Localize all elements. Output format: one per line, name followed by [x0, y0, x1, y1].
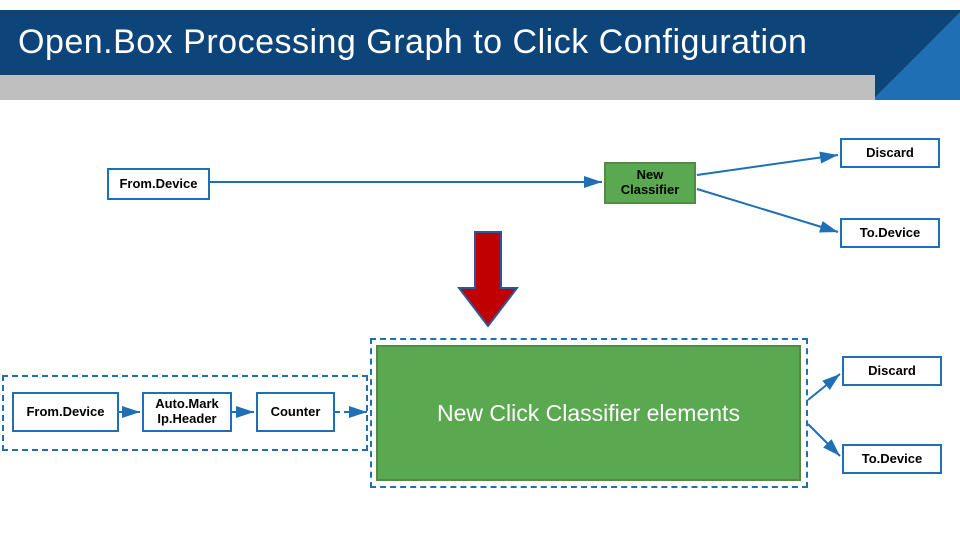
node-new-click-classifier-elements: New Click Classifier elements	[376, 345, 801, 481]
title-corner-wedge	[875, 10, 960, 100]
node-from-device-top: From.Device	[107, 168, 210, 200]
node-counter: Counter	[256, 392, 335, 432]
node-label: Auto.Mark Ip.Header	[155, 397, 219, 427]
node-discard-top: Discard	[840, 138, 940, 168]
red-arrow-icon	[457, 230, 519, 330]
node-label: New Click Classifier elements	[437, 400, 740, 426]
page-title: Open.Box Processing Graph to Click Confi…	[0, 23, 807, 62]
title-bar: Open.Box Processing Graph to Click Confi…	[0, 10, 960, 100]
node-discard-bottom: Discard	[842, 356, 942, 386]
node-label: Discard	[866, 146, 914, 161]
node-label: To.Device	[860, 226, 920, 241]
node-label: From.Device	[26, 405, 104, 420]
node-label: To.Device	[862, 452, 922, 467]
node-label: Discard	[868, 364, 916, 379]
node-todevice-top: To.Device	[840, 218, 940, 248]
title-dark-band: Open.Box Processing Graph to Click Confi…	[0, 10, 875, 75]
node-from-device-bottom: From.Device	[12, 392, 119, 432]
node-new-classifier: New Classifier	[604, 162, 696, 204]
title-gray-band	[0, 75, 875, 100]
node-automark-ipheader: Auto.Mark Ip.Header	[142, 392, 232, 432]
node-todevice-bottom: To.Device	[842, 444, 942, 474]
node-label: From.Device	[119, 177, 197, 192]
node-label: New Classifier	[621, 168, 680, 198]
node-label: Counter	[271, 405, 321, 420]
